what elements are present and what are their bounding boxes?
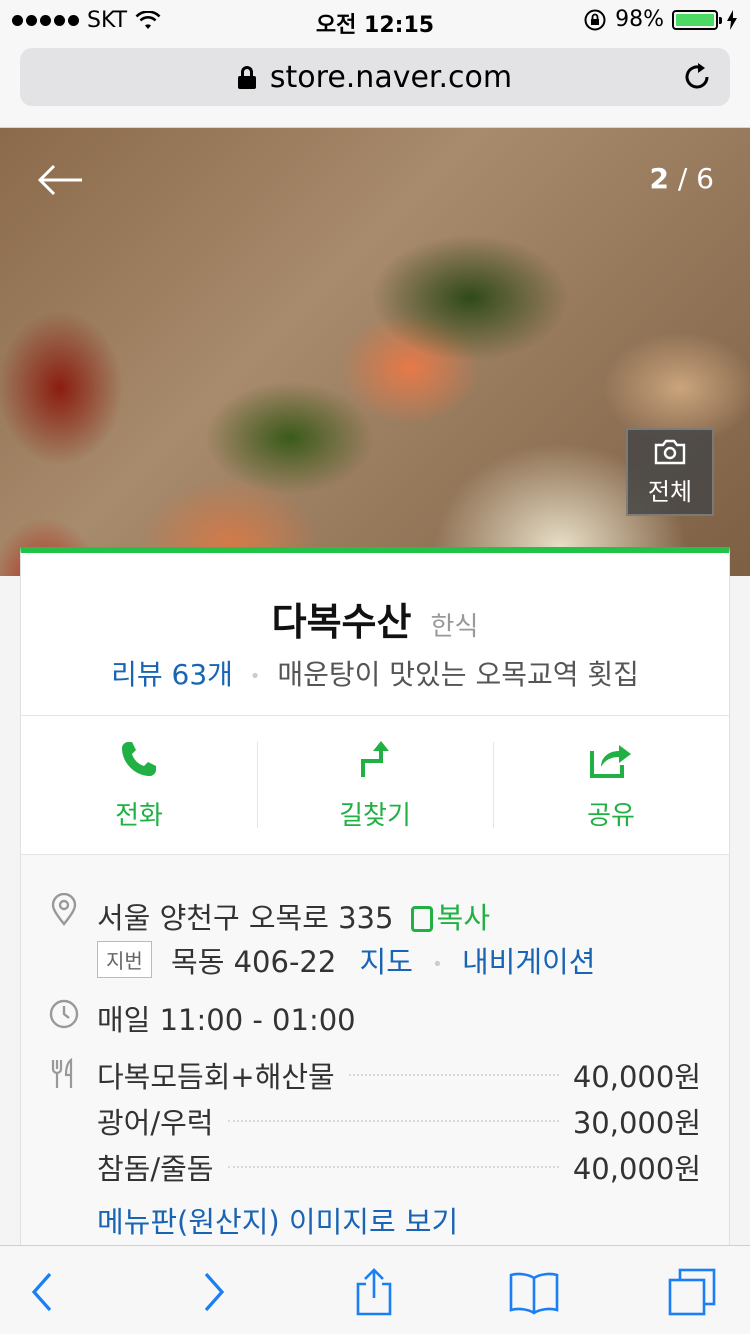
copy-icon xyxy=(410,906,433,932)
call-button[interactable]: 전화 xyxy=(21,716,257,854)
place-name: 다복수산 xyxy=(271,600,412,644)
photo-current: 2 xyxy=(649,162,669,195)
menu-item: 광어/우럭 30,000원 xyxy=(97,1101,701,1141)
dotted-leader xyxy=(227,1166,559,1168)
back-arrow-icon[interactable] xyxy=(36,162,84,198)
menu-item-name: 광어/우럭 xyxy=(97,1106,214,1140)
call-label: 전화 xyxy=(115,800,163,831)
jibun-badge: 지번 xyxy=(97,941,152,978)
tabs-icon[interactable] xyxy=(666,1266,718,1318)
fork-knife-icon xyxy=(51,1057,73,1088)
menu-item-name: 다복모듬회+해산물 xyxy=(97,1060,335,1094)
dotted-leader xyxy=(227,1120,559,1122)
place-category: 한식 xyxy=(430,612,479,642)
charging-icon xyxy=(727,9,737,30)
phone-icon xyxy=(122,741,156,776)
menu-item: 다복모듬회+해산물 40,000원 xyxy=(97,1055,701,1095)
status-right: 98% xyxy=(583,7,738,32)
map-link[interactable]: 지도 xyxy=(360,945,413,979)
directions-label: 길찾기 xyxy=(339,800,411,831)
camera-icon xyxy=(654,439,686,464)
status-bar: SKT 오전 12:15 98% xyxy=(0,0,750,40)
place-card: 다복수산 한식 리뷰 63개 • 매운탕이 맛있는 오목교역 횟집 전화 길찾기 xyxy=(20,547,730,1247)
back-icon[interactable] xyxy=(18,1266,70,1318)
view-all-photos-button[interactable]: 전체 xyxy=(626,428,714,516)
browser-toolbar xyxy=(0,1245,750,1334)
share-icon xyxy=(590,744,631,778)
battery-icon xyxy=(672,9,722,30)
forward-icon[interactable] xyxy=(186,1266,238,1318)
separator-dot: • xyxy=(249,665,261,687)
lock-icon xyxy=(237,66,256,89)
title-row: 다복수산 한식 xyxy=(21,591,729,646)
review-link[interactable]: 리뷰 63개 xyxy=(111,658,233,691)
share-sheet-icon[interactable] xyxy=(348,1266,400,1318)
info-section: 서울 양천구 오목로 335 복사 지번 목동 406-22 지도 • 내비게이… xyxy=(21,855,729,1247)
dotted-leader xyxy=(348,1074,559,1076)
road-address: 서울 양천구 오목로 335 xyxy=(97,901,394,935)
browser-url-area: store.naver.com xyxy=(0,40,750,128)
action-bar: 전화 길찾기 공유 xyxy=(21,715,729,855)
reload-icon[interactable] xyxy=(680,60,714,94)
jibun-address: 목동 406-22 xyxy=(171,945,337,979)
share-button[interactable]: 공유 xyxy=(493,716,729,854)
view-all-label: 전체 xyxy=(647,477,693,506)
directions-button[interactable]: 길찾기 xyxy=(257,716,493,854)
menu-item-name: 참돔/줄돔 xyxy=(97,1152,214,1186)
menu-item-price: 40,000원 xyxy=(572,1152,701,1186)
subtitle-row: 리뷰 63개 • 매운탕이 맛있는 오목교역 횟집 xyxy=(21,653,729,693)
menu-item: 참돔/줄돔 40,000원 xyxy=(97,1147,701,1187)
directions-icon xyxy=(361,740,389,777)
menu-image-link[interactable]: 메뉴판(원산지) 이미지로 보기 xyxy=(97,1199,458,1241)
photo-counter: 2 / 6 xyxy=(649,162,714,195)
place-description: 매운탕이 맛있는 오목교역 횟집 xyxy=(277,658,639,691)
bookmarks-icon[interactable] xyxy=(508,1266,560,1318)
address-bar[interactable]: store.naver.com xyxy=(20,48,730,106)
separator-dot: • xyxy=(432,953,443,975)
menu-item-price: 30,000원 xyxy=(572,1106,701,1140)
copy-label: 복사 xyxy=(436,901,491,935)
hours-row: 매일 11:00 - 01:00 xyxy=(97,1003,356,1037)
menu-item-price: 40,000원 xyxy=(572,1060,701,1094)
jibun-row: 지번 목동 406-22 지도 • 내비게이션 xyxy=(97,939,595,981)
location-pin-icon xyxy=(51,893,77,926)
navigation-link[interactable]: 내비게이션 xyxy=(462,945,595,979)
restaurant-photo[interactable]: 2 / 6 전체 xyxy=(0,128,750,576)
address-row: 서울 양천구 오목로 335 복사 xyxy=(97,895,490,937)
battery-percent: 98% xyxy=(615,7,664,32)
share-label: 공유 xyxy=(587,800,635,831)
photo-total: / 6 xyxy=(677,162,714,195)
copy-address-button[interactable]: 복사 xyxy=(410,901,491,935)
url-text: store.naver.com xyxy=(269,59,513,95)
orientation-lock-icon xyxy=(584,9,606,30)
clock-icon xyxy=(49,999,79,1029)
